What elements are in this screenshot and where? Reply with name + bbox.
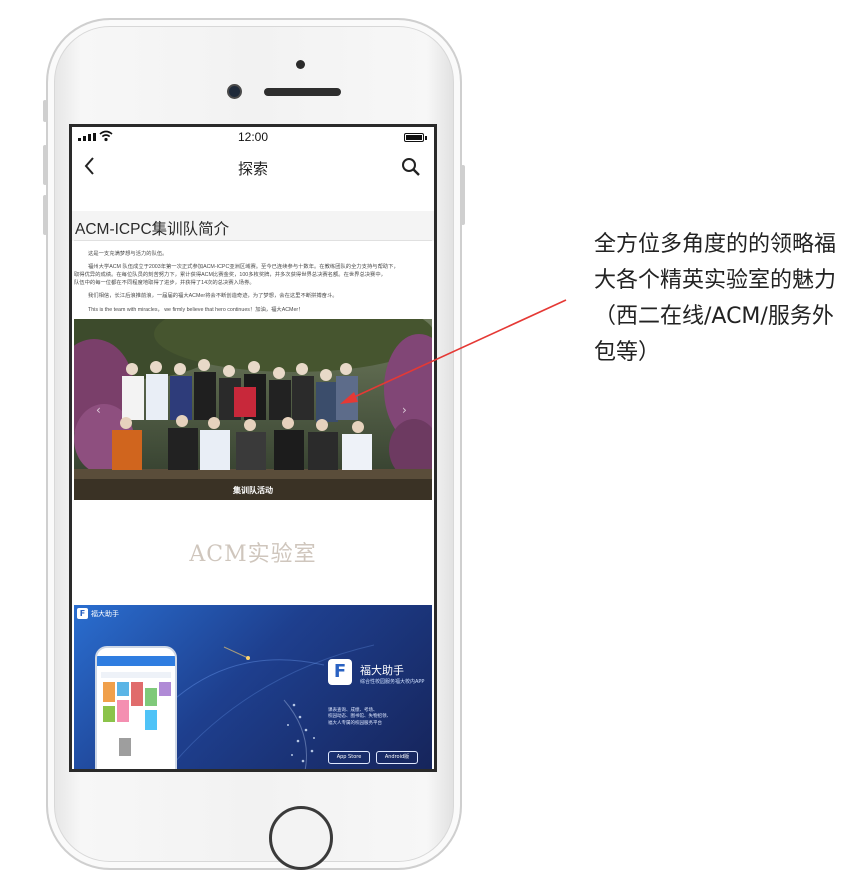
camera-dot — [296, 60, 305, 69]
app-feature-line: 校园动态、图书馆、失物招领、 — [328, 714, 391, 720]
battery-icon — [404, 133, 424, 142]
battery-tip — [425, 136, 427, 140]
lab-section-title: ACM实验室 — [189, 542, 317, 567]
volume-down-button[interactable] — [43, 195, 47, 235]
team-photo-carousel[interactable]: ‹ › 集训队活动 — [74, 319, 432, 500]
app-promo-banner[interactable]: F 福大助手 F 福大助手 综合性校园服务福大校内APP 课表查询、成绩、考场、… — [74, 605, 432, 769]
app-preview-phone — [95, 646, 177, 769]
annotation-text: 全方位多角度的的领略福大各个精英实验室的魅力（西二在线/ACM/服务外包等） — [594, 232, 837, 365]
intro-title: ACM-ICPC集训队简介 — [75, 221, 230, 238]
intro-paragraph: 我们相信，长江后浪推前浪，一届届的福大ACMer将会不断创造奇迹，为了梦想，会在… — [88, 293, 338, 299]
app-subtitle: 综合性校园服务福大校内APP — [360, 679, 425, 685]
app-feature-line: 福大人专属的校园服务平台 — [328, 720, 382, 726]
front-camera-icon — [227, 84, 242, 99]
carousel-prev-icon[interactable]: ‹ — [96, 403, 101, 417]
phone-screen: 12:00 探索 ACM-ICPC集训队简介 这是一支充满梦想与活力的队伍。 福… — [69, 124, 437, 772]
intro-paragraph: 福州大学ACM 队伍成立于2003年第一次正式参加ACM-ICPC亚洲区域赛。至… — [88, 264, 399, 270]
power-button[interactable] — [461, 165, 465, 225]
page-title: 探索 — [237, 160, 268, 178]
intro-paragraph: 取得优异的成绩。在每位队员的刻苦努力下，累计获得ACM比赛金奖，100多枚奖牌，… — [74, 272, 386, 278]
app-features: 课表查询、成绩、考场、 校园动态、图书馆、失物招领、 福大人专属的校园服务平台 — [328, 708, 391, 727]
status-bar: 12:00 — [72, 127, 434, 147]
volume-up-button[interactable] — [43, 145, 47, 185]
nav-bar: 探索 — [72, 149, 434, 189]
intro-paragraph: This is the team with miracles， we firml… — [88, 307, 304, 313]
app-name: 福大助手 — [360, 664, 404, 677]
status-time: 12:00 — [237, 130, 269, 144]
root: 12:00 探索 ACM-ICPC集训队简介 这是一支充满梦想与活力的队伍。 福… — [0, 0, 850, 881]
carousel-next-icon[interactable]: › — [402, 403, 407, 417]
app-store-button[interactable]: App Store — [328, 751, 370, 764]
intro-paragraph: 队伍中的每一位都在不同程度地取得了进步，并获得了14次的总决赛入场券。 — [74, 280, 255, 286]
intro-paragraph: 这是一支充满梦想与活力的队伍。 — [88, 251, 168, 257]
android-download-button[interactable]: Android版 — [376, 751, 418, 764]
speaker-grille — [264, 88, 341, 96]
home-button[interactable] — [269, 806, 333, 870]
divider — [74, 240, 432, 241]
team-photo — [74, 319, 432, 500]
search-icon[interactable] — [400, 156, 422, 178]
photo-caption: 集训队活动 — [233, 486, 273, 495]
app-logo-large-icon: F — [328, 659, 352, 685]
mute-switch[interactable] — [43, 100, 47, 122]
